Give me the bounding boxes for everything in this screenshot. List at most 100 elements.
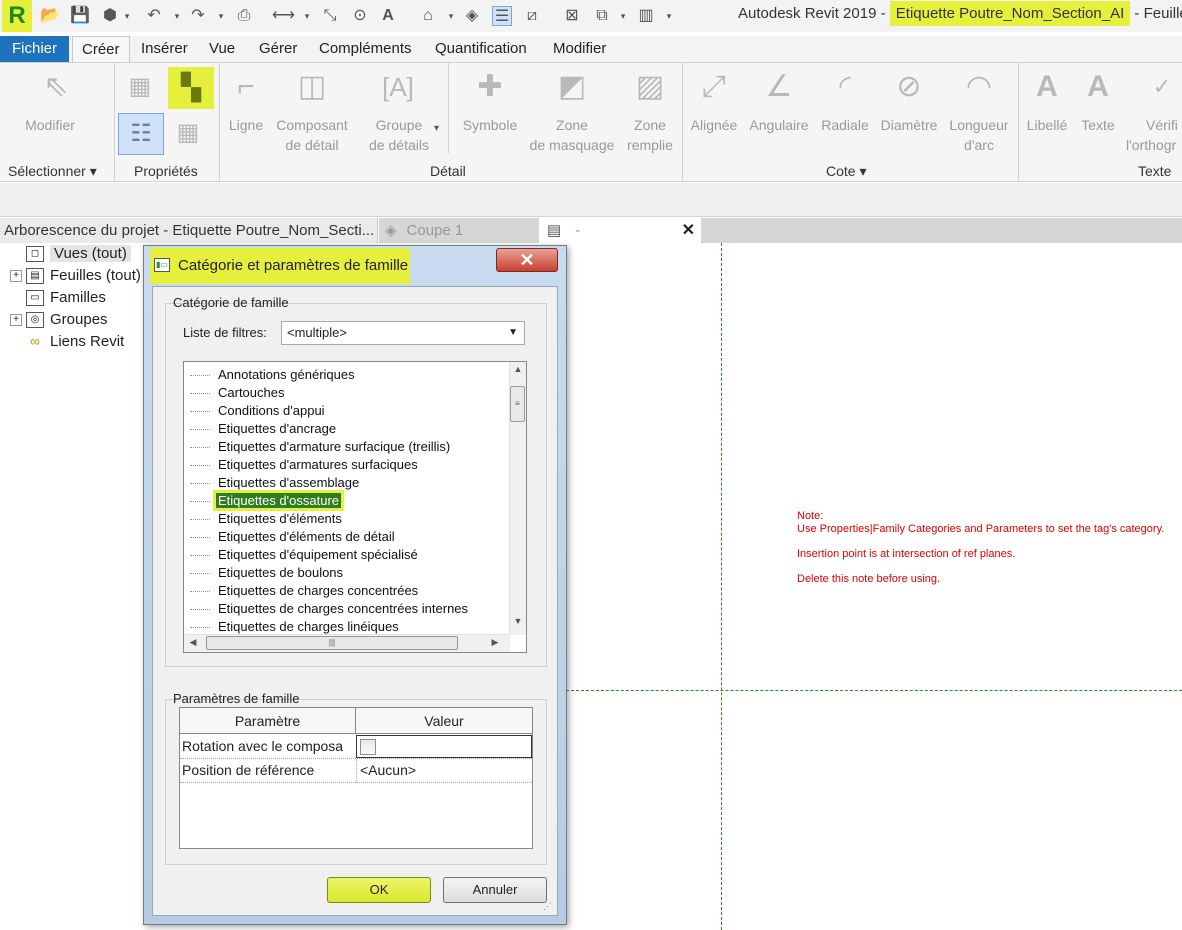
list-item[interactable]: Etiquettes d'ancrage	[190, 420, 338, 438]
symbole-button[interactable]: ✚ Symbole	[458, 67, 522, 135]
undo-icon[interactable]: ↶	[144, 6, 164, 26]
zone-remplie-button[interactable]: ▨ Zone remplie	[622, 67, 678, 155]
reference-plane-vertical[interactable]	[721, 243, 722, 930]
list-item[interactable]: Etiquettes de charges concentrées	[190, 582, 420, 600]
print-icon[interactable]: ⎙	[234, 6, 254, 26]
align-dimension-icon[interactable]: ⤡	[320, 6, 340, 26]
groupe-details-button[interactable]: [A] Groupe de détails	[364, 67, 434, 155]
switch-windows-dropdown-icon[interactable]: ▾	[618, 7, 628, 25]
table-row[interactable]: Position de référence <Aucun>	[180, 759, 532, 783]
tab-fichier[interactable]: Fichier	[0, 36, 70, 62]
switch-windows-icon[interactable]: ⧉	[592, 6, 612, 26]
modifier-button[interactable]: ⇖ Modifier	[24, 67, 76, 135]
family-types-button[interactable]: ▦	[168, 113, 212, 155]
list-item[interactable]: Etiquettes de boulons	[190, 564, 345, 582]
composant-detail-button[interactable]: ◫ Composant de détail	[274, 67, 350, 155]
family-category-button[interactable]: ▚	[168, 67, 214, 109]
list-item[interactable]: Etiquettes d'armature surfacique (treill…	[190, 438, 452, 456]
close-view-icon[interactable]: ✕	[682, 218, 695, 243]
list-item[interactable]: Etiquettes d'assemblage	[190, 474, 361, 492]
longueur-arc-button[interactable]: ◠ Longueur d'arc	[946, 67, 1012, 155]
tab-modifier[interactable]: Modifier	[544, 36, 615, 62]
hscroll-thumb[interactable]: |||	[206, 636, 458, 650]
revit-logo-button[interactable]: R	[2, 0, 32, 32]
type-properties-icon[interactable]: ▦	[120, 67, 160, 107]
thin-lines-icon[interactable]: ☰	[492, 6, 512, 26]
table-row[interactable]: Rotation avec le composa	[180, 735, 532, 759]
diametre-button[interactable]: ⊘ Diamètre	[876, 67, 942, 135]
angulaire-button[interactable]: ∠ Angulaire	[746, 67, 812, 135]
scroll-left-icon[interactable]: ◀	[188, 637, 198, 648]
tab-coupe-1[interactable]: ◈ Coupe 1	[385, 218, 463, 243]
measure-icon[interactable]: ⟷	[272, 6, 295, 26]
list-item[interactable]: Conditions d'appui	[190, 402, 327, 420]
tree-item-feuilles[interactable]: + ▤ Feuilles (tout)	[10, 265, 141, 287]
category-vscrollbar[interactable]: ▲ ≡ ▼	[509, 362, 526, 635]
tree-item-groupes[interactable]: + ◎ Groupes	[10, 309, 108, 331]
redo-icon[interactable]: ↷	[188, 6, 208, 26]
resize-grip-icon[interactable]: ⋰	[543, 901, 552, 912]
list-item[interactable]: Etiquettes d'éléments	[190, 510, 344, 528]
param-value[interactable]: <Aucun>	[356, 759, 532, 783]
list-item[interactable]: Etiquettes de charges concentrées intern…	[190, 600, 470, 618]
tab-complements[interactable]: Compléments	[310, 36, 421, 62]
tree-item-liens[interactable]: ∞ Liens Revit	[10, 331, 124, 353]
customize-icon[interactable]: ▾	[664, 7, 674, 25]
zone-masquage-button[interactable]: ◩ Zone de masquage	[526, 67, 618, 155]
ligne-button[interactable]: ⌐ Ligne	[226, 67, 266, 135]
open-icon[interactable]: 📂	[40, 6, 60, 26]
dialog-close-button[interactable]: ✕	[496, 248, 558, 272]
filter-select[interactable]: <multiple> ▼	[281, 321, 525, 345]
tab-creer[interactable]: Créer	[72, 36, 130, 62]
scroll-down-icon[interactable]: ▼	[510, 616, 526, 626]
ok-button[interactable]: OK	[327, 877, 431, 903]
scroll-up-icon[interactable]: ▲	[510, 364, 526, 374]
tab-quantification[interactable]: Quantification	[426, 36, 536, 62]
canvas-note[interactable]: Note: Use Properties|Family Categories a…	[797, 510, 1164, 585]
tab-vue[interactable]: Vue	[200, 36, 244, 62]
tree-item-familles[interactable]: ▭ Familles	[10, 287, 106, 309]
spell-check-button[interactable]: ✓ Vérifi l'orthogr	[1124, 67, 1182, 155]
ribbon-toggle-icon[interactable]: ▥	[636, 6, 656, 26]
tree-item-vues[interactable]: ◻ Vues (tout)	[10, 243, 131, 265]
scroll-right-icon[interactable]: ▶	[490, 637, 500, 648]
texte-button[interactable]: A Texte	[1076, 67, 1120, 135]
list-item[interactable]: Etiquettes d'éléments de détail	[190, 528, 397, 546]
redo-dropdown-icon[interactable]: ▾	[216, 7, 226, 25]
expand-icon[interactable]: +	[10, 270, 22, 283]
reference-plane-horizontal[interactable]	[566, 690, 1182, 691]
list-item[interactable]: Etiquettes d'ossature	[190, 490, 344, 511]
expand-icon[interactable]: +	[10, 314, 22, 327]
close-windows-icon[interactable]: ⊠	[562, 6, 582, 26]
rotation-checkbox[interactable]	[360, 739, 376, 755]
category-list[interactable]: Annotations génériques Cartouches Conditio…	[183, 361, 527, 653]
list-item[interactable]: Etiquettes d'armatures surfaciques	[190, 456, 420, 474]
list-item[interactable]: Etiquettes d'équipement spécialisé	[190, 546, 420, 564]
panel-selectionner[interactable]: Sélectionner ▾	[8, 163, 97, 180]
undo-dropdown-icon[interactable]: ▾	[172, 7, 182, 25]
sync-dropdown-icon[interactable]: ▾	[122, 7, 132, 25]
tab-inserer[interactable]: Insérer	[132, 36, 197, 62]
vscroll-thumb[interactable]: ≡	[510, 386, 525, 422]
measure-dropdown-icon[interactable]: ▾	[302, 7, 312, 25]
properties-toggle-button[interactable]: ☷	[118, 113, 164, 155]
list-item[interactable]: Annotations génériques	[190, 366, 357, 384]
save-icon[interactable]: 💾	[70, 6, 90, 26]
tab-gerer[interactable]: Gérer	[250, 36, 306, 62]
list-item[interactable]: Cartouches	[190, 384, 286, 402]
param-value-cell[interactable]	[356, 735, 532, 758]
text-icon[interactable]: A	[378, 6, 398, 26]
groupe-dropdown-icon[interactable]: ▾	[434, 123, 439, 134]
3d-view-icon[interactable]: ⌂	[418, 6, 438, 26]
section-icon[interactable]: ◈	[462, 6, 482, 26]
close-hidden-icon[interactable]: ⧄	[522, 6, 542, 26]
sync-icon[interactable]: ⬢	[100, 6, 120, 26]
3d-view-dropdown-icon[interactable]: ▾	[446, 7, 456, 25]
alignee-button[interactable]: ⤢ Alignée	[688, 67, 740, 135]
panel-cote[interactable]: Cote ▾	[826, 163, 867, 180]
libelle-button[interactable]: A Libellé	[1022, 67, 1072, 135]
tab-active-view[interactable]: ▤ - ✕	[539, 218, 701, 243]
radiale-button[interactable]: ◜ Radiale	[818, 67, 872, 135]
category-hscrollbar[interactable]: ◀ ||| ▶	[184, 634, 510, 652]
cancel-button[interactable]: Annuler	[443, 877, 547, 903]
